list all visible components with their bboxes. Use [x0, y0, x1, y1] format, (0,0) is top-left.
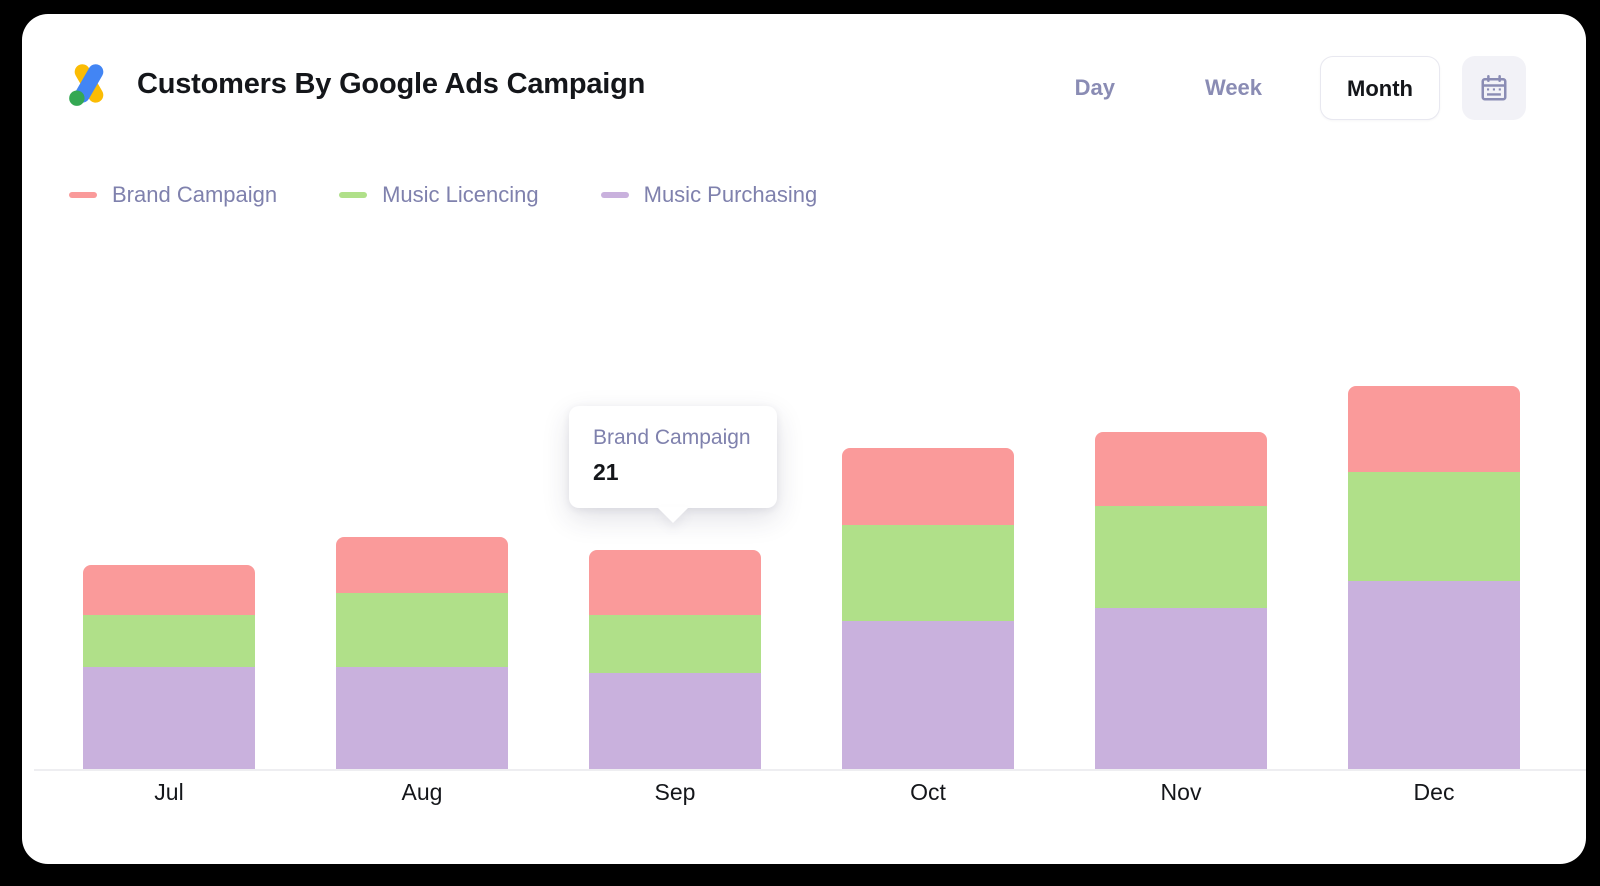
- bar-segment-brand-campaign[interactable]: [336, 537, 508, 593]
- bar-segment-music-licencing[interactable]: [336, 592, 508, 668]
- tooltip-pointer-icon: [657, 506, 689, 523]
- bar-aug[interactable]: [336, 537, 508, 769]
- bar-segment-music-purchasing[interactable]: [336, 667, 508, 769]
- bar-nov[interactable]: [1095, 432, 1267, 769]
- x-axis-label-dec: Dec: [1413, 779, 1455, 805]
- bar-segment-music-purchasing[interactable]: [589, 673, 761, 769]
- bar-dec[interactable]: [1348, 385, 1520, 769]
- bar-segment-music-licencing[interactable]: [842, 524, 1014, 621]
- bar-sep[interactable]: [589, 549, 761, 769]
- bar-segment-brand-campaign[interactable]: [1348, 385, 1520, 473]
- bar-segment-brand-campaign[interactable]: [842, 447, 1014, 525]
- bar-jul[interactable]: [83, 565, 255, 769]
- bar-oct[interactable]: [842, 447, 1014, 769]
- bar-segment-music-purchasing[interactable]: [1095, 608, 1267, 769]
- bar-segment-music-licencing[interactable]: [1095, 506, 1267, 609]
- bar-segment-music-purchasing[interactable]: [83, 667, 255, 769]
- x-axis-label-oct: Oct: [910, 779, 946, 805]
- chart-card: Customers By Google Ads Campaign Day Wee…: [22, 14, 1586, 864]
- bar-segment-brand-campaign[interactable]: [589, 549, 761, 615]
- bar-segment-music-purchasing[interactable]: [1348, 580, 1520, 769]
- x-axis-line: [34, 769, 1586, 771]
- bar-segment-brand-campaign[interactable]: [1095, 432, 1267, 507]
- chart-plot-area: Jul Aug Sep Oct Nov Dec Brand Campaign 21: [22, 14, 1586, 864]
- x-axis-label-nov: Nov: [1160, 779, 1202, 805]
- x-axis-label-aug: Aug: [401, 779, 443, 805]
- tooltip-value: 21: [593, 458, 619, 485]
- bar-segment-music-licencing[interactable]: [589, 614, 761, 674]
- bar-segment-brand-campaign[interactable]: [83, 565, 255, 615]
- x-axis-label-jul: Jul: [154, 779, 184, 805]
- page-background: Customers By Google Ads Campaign Day Wee…: [0, 0, 1600, 886]
- chart-tooltip: Brand Campaign 21: [569, 405, 777, 523]
- bar-segment-music-licencing[interactable]: [1348, 472, 1520, 581]
- x-axis-label-sep: Sep: [654, 779, 696, 805]
- bar-segment-music-licencing[interactable]: [83, 614, 255, 668]
- bar-segment-music-purchasing[interactable]: [842, 620, 1014, 769]
- tooltip-series-label: Brand Campaign: [593, 425, 751, 449]
